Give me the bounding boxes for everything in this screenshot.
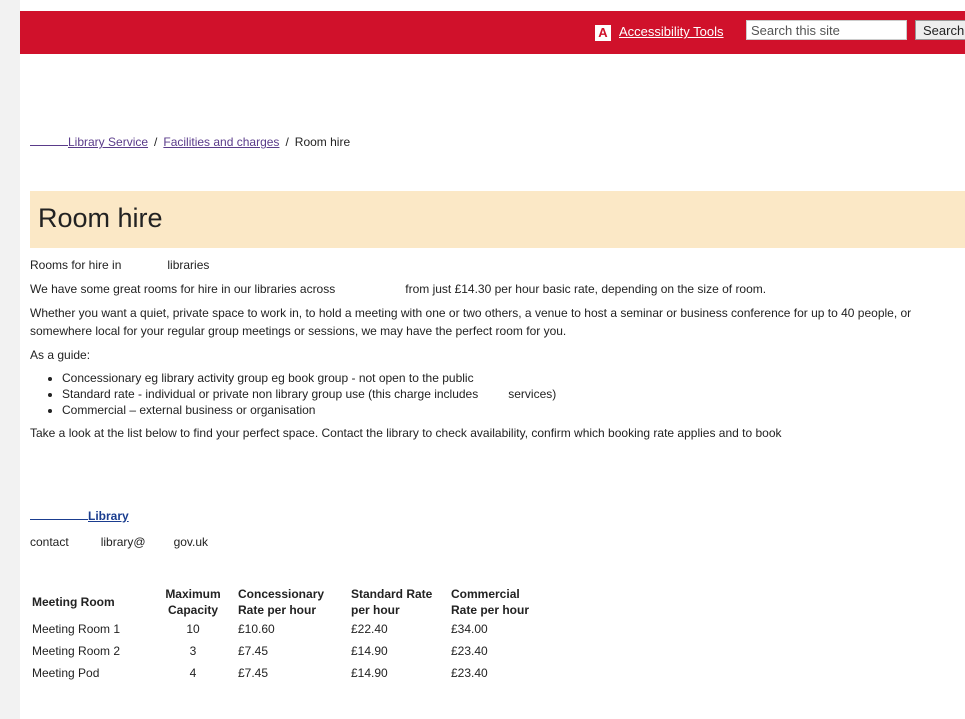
intro-paragraph-1: Rooms for hire in libraries — [30, 256, 960, 274]
main-content: Rooms for hire in libraries We have some … — [30, 256, 960, 448]
breadcrumb-separator: / — [154, 135, 158, 149]
intro-paragraph-3: Whether you want a quiet, private space … — [30, 306, 912, 338]
library-heading-link[interactable]: Library — [30, 508, 129, 523]
guide-heading: As a guide: — [30, 348, 91, 362]
col-header-meeting-room: Meeting Room — [32, 595, 115, 609]
intro-text: Rooms for hire in — [30, 258, 122, 272]
cell-room: Meeting Room 2 — [32, 644, 121, 658]
cell-concessionary: £7.45 — [238, 666, 269, 680]
search-input[interactable] — [746, 20, 907, 40]
cell-standard: £22.40 — [351, 622, 388, 636]
col-header-concessionary: Concessionary Rate per hour — [238, 587, 325, 617]
cell-commercial: £34.00 — [451, 622, 488, 636]
room-rates-table: Meeting Room Maximum Capacity Concessiona… — [28, 586, 545, 684]
list-item: Concessionary eg library activity group … — [62, 370, 960, 386]
cell-capacity: 4 — [189, 666, 197, 680]
accessibility-icon[interactable]: A — [595, 25, 611, 41]
breadcrumb-library-service[interactable]: Library Service — [68, 135, 148, 149]
page: A Accessibility Tools Search Library Ser… — [20, 0, 965, 719]
col-header-capacity: Maximum Capacity — [165, 587, 221, 617]
rate-guide-list: Concessionary eg library activity group … — [30, 370, 960, 418]
table-row: Meeting Room 2 3 £7.45 £14.90 £23.40 — [28, 640, 545, 662]
breadcrumb-gap — [30, 134, 68, 146]
table-row: Meeting Room 1 10 £10.60 £22.40 £34.00 — [28, 618, 545, 640]
library-name[interactable]: Library — [88, 509, 129, 523]
accessibility-tools-link[interactable]: Accessibility Tools — [619, 24, 724, 40]
list-item: Commercial – external business or organi… — [62, 402, 960, 418]
title-band: Room hire — [30, 191, 965, 248]
cell-standard: £14.90 — [351, 666, 388, 680]
cell-capacity: 10 — [186, 622, 200, 636]
email-start: library@ — [100, 535, 146, 549]
intro-text: from just £14.30 per hour basic rate, de… — [405, 282, 767, 296]
cell-capacity: 3 — [189, 644, 197, 658]
cell-concessionary: £7.45 — [238, 644, 269, 658]
cell-room: Meeting Room 1 — [32, 622, 121, 636]
breadcrumb-facilities[interactable]: Facilities and charges — [163, 135, 279, 149]
contact-line: contact library@ gov.uk — [30, 535, 208, 549]
list-item-text: Standard rate - individual or private no… — [62, 387, 479, 401]
left-margin — [0, 0, 20, 719]
intro-paragraph-2: We have some great rooms for hire in our… — [30, 280, 960, 298]
search-button[interactable]: Search — [915, 20, 965, 40]
breadcrumb-current: Room hire — [294, 135, 351, 149]
contact-label: contact — [30, 535, 69, 549]
col-header-commercial: Commercial Rate per hour — [451, 587, 530, 617]
intro-text: libraries — [167, 258, 210, 272]
table-header-row: Meeting Room Maximum Capacity Concessiona… — [28, 586, 545, 618]
col-header-standard: Standard Rate per hour — [351, 587, 433, 617]
breadcrumb-separator: / — [285, 135, 289, 149]
table-row: Meeting Pod 4 £7.45 £14.90 £23.40 — [28, 662, 545, 684]
site-header: A Accessibility Tools Search — [20, 11, 965, 54]
cell-commercial: £23.40 — [451, 644, 488, 658]
page-title: Room hire — [38, 203, 163, 233]
cell-standard: £14.90 — [351, 644, 388, 658]
cell-concessionary: £10.60 — [238, 622, 275, 636]
list-item: Standard rate - individual or private no… — [62, 386, 960, 402]
closing-paragraph: Take a look at the list below to find yo… — [30, 426, 782, 440]
list-item-text: services) — [508, 387, 557, 401]
library-name-gap — [30, 508, 88, 520]
cell-commercial: £23.40 — [451, 666, 488, 680]
breadcrumb: Library Service / Facilities and charges / R… — [30, 134, 350, 149]
email-end: gov.uk — [173, 535, 209, 549]
intro-text: We have some great rooms for hire in our… — [30, 282, 336, 296]
cell-room: Meeting Pod — [32, 666, 100, 680]
